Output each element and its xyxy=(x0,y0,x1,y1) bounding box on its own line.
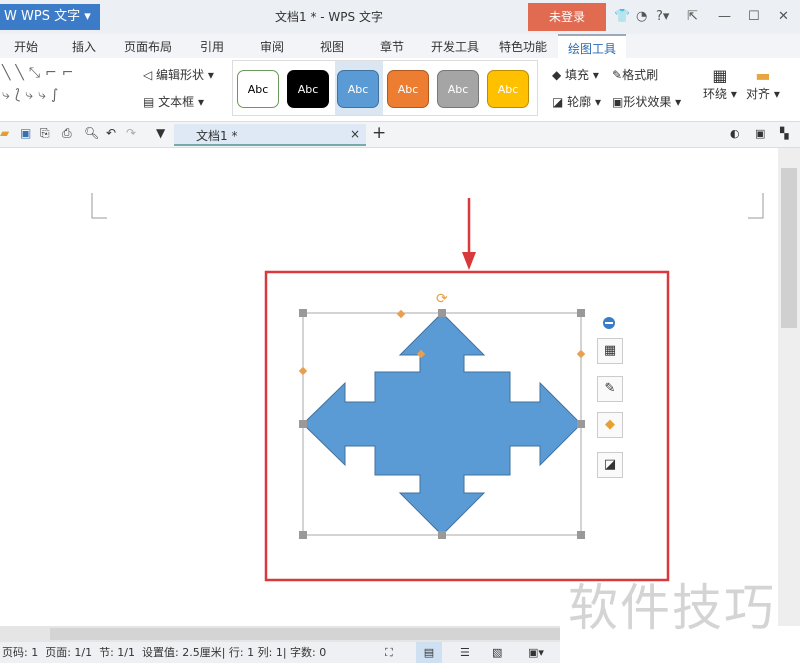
feedback-icon[interactable]: ◔ xyxy=(636,9,647,24)
restore-ribbon-icon[interactable]: ⇱ xyxy=(687,9,698,24)
layout-options-icon[interactable]: ▦ xyxy=(597,338,623,364)
skin-icon[interactable]: 👕 xyxy=(614,9,630,24)
style-white[interactable]: Abc xyxy=(237,70,279,108)
close-tab-icon[interactable]: × xyxy=(350,127,360,141)
minimize-button[interactable]: — xyxy=(718,9,731,24)
web-view-icon[interactable]: ▧ xyxy=(492,642,502,663)
line-shape-gallery[interactable]: ╲╲⤡⌐⌐ ⤷⟅⤷⤷∫ xyxy=(2,62,124,112)
horizontal-scrollbar[interactable] xyxy=(0,626,560,642)
title-bar: W WPS 文字 ▾ 文档1 * - WPS 文字 未登录 👕 ◔ ?▾ ⇱ —… xyxy=(0,0,800,34)
tab-drawing-tools[interactable]: 绘图工具 xyxy=(558,34,627,58)
style-gray[interactable]: Abc xyxy=(437,70,479,108)
edit-shape-icon: ◁ xyxy=(143,68,157,82)
login-button[interactable]: 未登录 xyxy=(528,3,606,31)
status-bar: 页码: 1 页面: 1/1 节: 1/1 设置值: 2.5厘米| 行: 1 列:… xyxy=(0,642,560,663)
watermark: 软件技巧 xyxy=(568,579,776,637)
preview-icon[interactable]: 🔍︎ xyxy=(84,126,99,140)
ribbon: ╲╲⤡⌐⌐ ⤷⟅⤷⤷∫ ◁ 编辑形状 ▾ ▤ 文本框 ▾ Abc Abc Abc … xyxy=(0,58,800,122)
format-painter-icon: ✎ xyxy=(612,68,623,82)
tab-view[interactable]: 视图 xyxy=(320,38,344,55)
status-pages: 页面: 1/1 xyxy=(45,646,93,659)
fullscreen-icon[interactable]: ⛶ xyxy=(385,642,393,663)
page-view-icon[interactable]: ▤ xyxy=(416,642,442,663)
style-orange[interactable]: Abc xyxy=(387,70,429,108)
tab-references[interactable]: 引用 xyxy=(200,38,224,55)
outline-button[interactable]: ◪ 轮廓 ▾ xyxy=(552,93,601,110)
maximize-button[interactable]: ☐ xyxy=(748,9,760,24)
tab-layout[interactable]: 页面布局 xyxy=(124,38,172,55)
textbox-button[interactable]: ▤ 文本框 ▾ xyxy=(143,93,204,110)
wrap-icon: ▦ xyxy=(712,66,728,85)
tab-developer[interactable]: 开发工具 xyxy=(431,38,479,55)
document-graphics: ⟳ xyxy=(91,193,764,582)
document-canvas[interactable]: ⟳ ▦ ✎ ◆ ◪ xyxy=(0,148,778,626)
shape-style-icon[interactable]: ✎ xyxy=(597,376,623,402)
new-tab-icon[interactable]: + xyxy=(372,123,386,143)
four-way-arrow-shape[interactable] xyxy=(302,312,582,536)
export-icon[interactable]: ⎘ xyxy=(40,126,50,141)
toolbar-icon-1[interactable]: ◐ xyxy=(730,127,740,140)
horizontal-scroll-thumb[interactable] xyxy=(50,628,560,640)
format-painter-button[interactable]: ✎格式刷 xyxy=(612,66,658,83)
open-icon[interactable]: ▰ xyxy=(0,126,9,140)
window-title: 文档1 * - WPS 文字 xyxy=(275,10,383,24)
style-blue[interactable]: Abc xyxy=(337,70,379,108)
redo-icon[interactable]: ↷ xyxy=(126,126,136,140)
status-row: 行: 1 xyxy=(228,646,255,659)
toolbar-icon-2[interactable]: ▣ xyxy=(755,127,765,140)
fill-bucket-icon: ◆ xyxy=(552,68,566,82)
style-gold[interactable]: Abc xyxy=(487,70,529,108)
edit-shape-button[interactable]: ◁ 编辑形状 ▾ xyxy=(143,66,214,83)
shape-effects-button[interactable]: ▣形状效果 ▾ xyxy=(612,93,681,110)
document-tab[interactable]: 文档1 * × xyxy=(174,124,366,146)
status-page-no: 页码: 1 xyxy=(2,646,39,659)
outline-icon-side[interactable]: ◪ xyxy=(597,452,623,478)
ribbon-tabs: 开始 插入 页面布局 引用 审阅 视图 章节 开发工具 特色功能 绘图工具 xyxy=(0,34,800,58)
tab-features[interactable]: 特色功能 xyxy=(499,38,547,55)
vertical-scrollbar[interactable] xyxy=(778,148,800,626)
reading-mode-icon[interactable]: ▣▾ xyxy=(528,642,544,663)
tab-review[interactable]: 审阅 xyxy=(260,38,284,55)
outline-view-icon[interactable]: ☰ xyxy=(460,642,470,663)
outline-icon: ◪ xyxy=(552,95,568,109)
wrap-button[interactable]: ▦ 环绕 ▾ xyxy=(703,66,737,102)
close-button[interactable]: ✕ xyxy=(778,9,789,24)
shape-style-gallery: Abc Abc Abc Abc Abc Abc xyxy=(232,60,538,116)
align-button[interactable]: ▬ 对齐 ▾ xyxy=(746,66,780,102)
fill-icon[interactable]: ◆ xyxy=(597,412,623,438)
help-icon[interactable]: ?▾ xyxy=(656,9,669,24)
margin-corner-left xyxy=(91,193,107,219)
print-icon[interactable]: ⎙ xyxy=(62,126,72,141)
vertical-scroll-thumb[interactable] xyxy=(781,168,797,328)
wps-logo-icon: W xyxy=(4,9,21,24)
status-col: 列: 1 xyxy=(257,646,283,659)
status-setting[interactable]: 设置值: 2.5厘米 xyxy=(142,646,222,659)
toolbar-icon-3[interactable]: ▚ xyxy=(780,127,788,140)
style-black[interactable]: Abc xyxy=(287,70,329,108)
shape-effects-icon: ▣ xyxy=(612,95,624,109)
undo-icon[interactable]: ↶ xyxy=(106,126,116,140)
red-arrow-annotation xyxy=(462,198,476,270)
status-words[interactable]: 字数: 0 xyxy=(290,646,326,659)
save-icon[interactable]: ▣ xyxy=(20,126,31,140)
quick-access-toolbar: ▰ ▣ ⎘ ⎙ 🔍︎ ↶ ↷ ▼ 文档1 * × + ◐ ▣ ▚ xyxy=(0,122,800,148)
margin-corner-right xyxy=(748,193,764,219)
textbox-icon: ▤ xyxy=(143,95,159,109)
tab-chapter[interactable]: 章节 xyxy=(380,38,404,55)
status-section: 节: 1/1 xyxy=(99,646,136,659)
dropdown-icon[interactable]: ▼ xyxy=(156,126,165,140)
rotate-handle-icon[interactable]: ⟳ xyxy=(436,291,448,307)
fill-button[interactable]: ◆ 填充 ▾ xyxy=(552,66,599,83)
tab-home[interactable]: 开始 xyxy=(14,38,38,55)
app-menu-button[interactable]: W WPS 文字 ▾ xyxy=(0,4,100,30)
align-icon: ▬ xyxy=(755,66,771,85)
tab-insert[interactable]: 插入 xyxy=(72,38,96,55)
